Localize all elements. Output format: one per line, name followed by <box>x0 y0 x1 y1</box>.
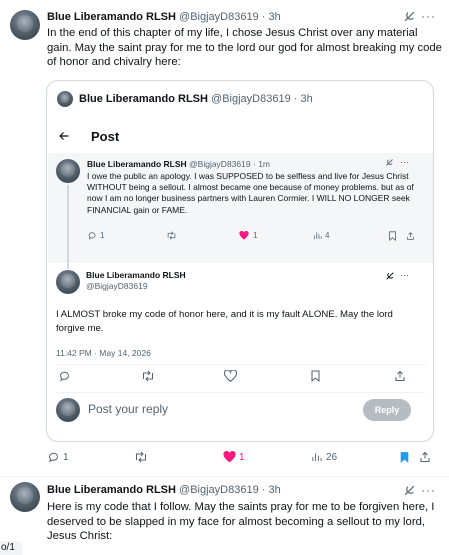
repost-icon <box>141 370 155 385</box>
author-handle: @BigjayD83619 <box>211 93 291 105</box>
quoted-post[interactable]: Blue Liberamando RLSH @BigjayD83619 · 3h… <box>46 80 434 442</box>
post-text: In the end of this chapter of my life, I… <box>47 27 442 68</box>
grok-icon <box>385 271 395 283</box>
author-handle: @BigjayD83619 <box>189 159 251 169</box>
separator-dot: · <box>252 159 256 169</box>
inner-action-bar: 1 1 4 <box>86 230 426 243</box>
post-header: Blue Liberamando RLSH @BigjayD83619 · 3h <box>47 9 281 25</box>
views-icon <box>313 231 322 242</box>
inner-post-header: Blue Liberamando RLSH @BigjayD83619 · 1m <box>87 159 270 169</box>
more-icon: ··· <box>400 270 409 280</box>
bookmark-icon <box>400 452 409 463</box>
thread-line <box>67 185 69 269</box>
post-timestamp: 11:42 PM · May 14, 2026 <box>56 348 151 358</box>
author-name: Blue Liberamando RLSH <box>86 270 186 280</box>
inner-action-bar <box>48 369 433 385</box>
heart-outline-icon <box>223 369 238 385</box>
inner-post-text: I ALMOST broke my code of honor here, an… <box>56 309 393 334</box>
reply-button[interactable] <box>48 451 60 466</box>
edge-fragment: o/1 <box>0 541 22 555</box>
grok-icon[interactable] <box>403 10 416 26</box>
avatar <box>56 159 80 183</box>
page-title: Post <box>91 129 120 144</box>
more-icon[interactable]: ··· <box>421 483 436 497</box>
like-count: 1 <box>253 231 258 240</box>
views-icon <box>312 453 322 462</box>
bookmark-icon <box>388 231 397 243</box>
grok-icon[interactable] <box>403 484 416 500</box>
post-time[interactable]: 3h <box>269 484 281 496</box>
author-name[interactable]: Blue Liberamando RLSH <box>47 484 176 496</box>
heart-icon <box>239 230 249 242</box>
view-count: 26 <box>326 452 338 463</box>
bookmark-icon <box>310 370 321 385</box>
more-icon[interactable]: ··· <box>421 9 436 23</box>
quoted-screenshot: Post Blue Liberamando RLSH @BigjayD83619… <box>48 117 433 441</box>
post-time[interactable]: 3h <box>269 11 281 23</box>
inner-post-text: I owe the public an apology. I was SUPPO… <box>87 171 414 215</box>
heart-icon <box>223 450 236 463</box>
back-arrow-icon <box>58 129 70 145</box>
post-header: Blue Liberamando RLSH @BigjayD83619 · 3h <box>47 482 281 498</box>
quote-header: Blue Liberamando RLSH @BigjayD83619 · 3h <box>58 91 313 107</box>
reply-button: Reply <box>363 399 411 421</box>
like-button[interactable] <box>223 450 236 466</box>
post-time: 1m <box>258 159 270 169</box>
grok-icon <box>385 158 394 169</box>
divider <box>56 364 426 365</box>
share-icon <box>406 231 415 243</box>
view-count: 4 <box>325 231 330 240</box>
separator-dot: · <box>261 484 266 496</box>
author-handle[interactable]: @BigjayD83619 <box>179 484 259 496</box>
repost-button[interactable] <box>134 451 148 466</box>
bookmark-button[interactable] <box>399 451 410 467</box>
reply-input-placeholder: Post your reply <box>88 402 169 416</box>
avatar <box>56 270 80 294</box>
author-handle[interactable]: @BigjayD83619 <box>179 11 259 23</box>
divider <box>0 476 449 477</box>
reply-icon <box>88 231 97 242</box>
post-time: 3h <box>300 93 313 105</box>
reply-icon <box>49 452 58 463</box>
avatar[interactable] <box>10 482 40 512</box>
share-button[interactable] <box>419 451 431 466</box>
author-handle: @BigjayD83619 <box>86 281 148 291</box>
author-name[interactable]: Blue Liberamando RLSH <box>47 11 176 23</box>
author-name: Blue Liberamando RLSH <box>79 93 208 105</box>
repost-icon <box>136 451 146 463</box>
separator-dot: · <box>293 93 298 105</box>
inner-post-1: Blue Liberamando RLSH @BigjayD83619 · 1m… <box>48 153 433 269</box>
avatar[interactable] <box>10 10 40 40</box>
reply-icon <box>59 370 71 385</box>
divider <box>56 392 426 393</box>
post-text: Here is my code that I follow. May the s… <box>47 501 435 542</box>
separator-dot: · <box>261 11 266 23</box>
repost-icon <box>166 231 177 242</box>
reply-count: 1 <box>63 452 69 463</box>
reply-count: 1 <box>100 231 105 240</box>
inner-post-2: Blue Liberamando RLSH @BigjayD83619 ··· … <box>48 264 433 441</box>
share-icon <box>420 451 430 462</box>
like-count: 1 <box>239 452 245 463</box>
views-button[interactable] <box>311 451 322 466</box>
more-icon: ··· <box>400 157 409 167</box>
avatar <box>56 398 80 422</box>
share-icon <box>394 370 406 385</box>
post-1[interactable]: Blue Liberamando RLSH @BigjayD83619 · 3h… <box>0 0 449 476</box>
author-name: Blue Liberamando RLSH <box>87 159 187 169</box>
action-bar: 1 1 26 <box>46 450 441 467</box>
